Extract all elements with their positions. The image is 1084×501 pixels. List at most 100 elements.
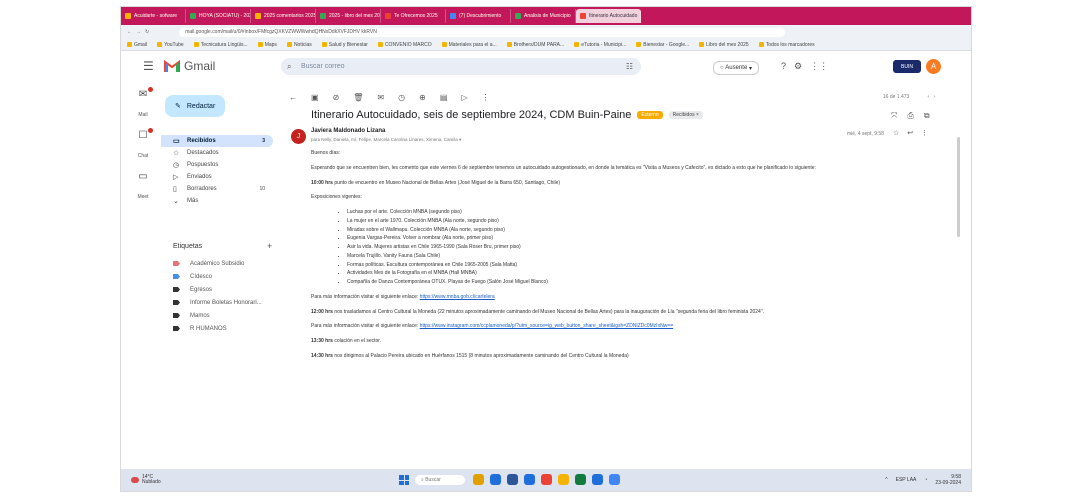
taskbar-app-icon[interactable]	[524, 474, 535, 485]
star-icon[interactable]: ☆	[893, 129, 899, 137]
report-icon[interactable]: ⊘	[333, 93, 340, 102]
taskbar-search[interactable]: ⌕ Buscar	[415, 475, 465, 485]
archive-icon[interactable]: ▣	[311, 93, 319, 102]
search-icon[interactable]: ⌕	[287, 62, 291, 72]
back-arrow-icon[interactable]: ←	[289, 93, 297, 102]
clock[interactable]: 9:58 23-09-2024	[935, 474, 961, 486]
scrollbar[interactable]	[957, 137, 960, 237]
windows-start-icon[interactable]	[399, 475, 409, 485]
print-icon[interactable]: ⎙	[907, 111, 913, 121]
exhibit-item: Miradas sobre el Wallmapu. Colección MNB…	[347, 227, 946, 234]
label-icon[interactable]: ▷	[461, 93, 467, 102]
tab-favicon-icon	[255, 13, 261, 19]
avatar[interactable]: A	[926, 59, 941, 74]
folder-item[interactable]: ⌄ Más	[161, 195, 273, 207]
reload-icon[interactable]: ↻	[145, 29, 149, 35]
bookmark-item[interactable]: eTutoria - Municipi...	[574, 42, 626, 48]
recipients[interactable]: para Nelly, Daniela, mí, Felipe, Marcela…	[311, 137, 461, 143]
tab-favicon-icon	[580, 13, 586, 19]
bookmark-item[interactable]: CONVENIO MARCO	[378, 42, 432, 48]
browser-tab[interactable]: Acuidarte - sofware	[121, 9, 186, 23]
folder-item[interactable]: ☆ Destacados	[161, 147, 273, 159]
label-item[interactable]: R HUMANOS	[161, 322, 273, 335]
more-icon[interactable]: ⋮	[482, 93, 490, 102]
bookmark-item[interactable]: Noticias	[287, 42, 312, 48]
rail-mail[interactable]: ✉ Mail	[131, 87, 155, 118]
label-item[interactable]: Egresos	[161, 283, 273, 296]
bookmark-item[interactable]: Materiales para el a...	[442, 42, 497, 48]
browser-tab[interactable]: Itinerario Autocuidado	[576, 9, 641, 23]
browser-tab[interactable]: Te Ofrecemos 2025	[381, 9, 446, 23]
badge-inbox[interactable]: Recibidos ×	[668, 111, 703, 119]
rail-chat[interactable]: ☐ Chat	[131, 128, 155, 159]
taskbar-app-icon[interactable]	[575, 474, 586, 485]
compose-button[interactable]: ✎ Redactar	[165, 95, 225, 117]
snooze-icon[interactable]: ◷	[398, 93, 405, 102]
new-window-icon[interactable]: ⧉	[924, 111, 930, 121]
itinerary-4: 14:30 hrs nos dirigimos al Palacio Perei…	[311, 353, 946, 360]
gmail-logo[interactable]: Gmail	[164, 59, 215, 73]
folder-item[interactable]: ▷ Enviados	[161, 171, 273, 183]
taskbar-app-icon[interactable]	[473, 474, 484, 485]
browser-tab[interactable]: 2025 - libro del mes 202	[316, 9, 381, 23]
wifi-icon[interactable]: ◔	[924, 477, 927, 483]
bookmark-item[interactable]: Libro del mes 2025	[699, 42, 749, 48]
label-item[interactable]: Académico Subsidio	[161, 257, 273, 270]
mark-unread-icon[interactable]: ✉	[377, 93, 384, 102]
label-item[interactable]: Mamos	[161, 309, 273, 322]
status-dropdown[interactable]: ○ Ausente ▾	[713, 61, 760, 75]
label-item[interactable]: Informe Boletas Honorari...	[161, 296, 273, 309]
bookmark-item[interactable]: Maps	[258, 42, 277, 48]
weather-widget[interactable]: 14°C Nublado	[131, 474, 161, 486]
add-task-icon[interactable]: ⊕	[419, 93, 426, 102]
rail-meet[interactable]: ▭ Meet	[131, 171, 155, 200]
reply-icon[interactable]: ↩	[907, 129, 913, 137]
bookmark-item[interactable]: Salud y Bienestar	[322, 42, 368, 48]
folder-item[interactable]: ▭ Recibidos 3	[161, 135, 273, 147]
folder-item[interactable]: ▯ Borradores 10	[161, 183, 273, 195]
browser-tab[interactable]: 2025 comentarios 2025	[251, 9, 316, 23]
taskbar-app-icon[interactable]	[558, 474, 569, 485]
bookmark-item[interactable]: Tecnicatura Lingüis...	[194, 42, 248, 48]
account-logo[interactable]: BUIN	[893, 60, 921, 73]
taskbar-app-icon[interactable]	[541, 474, 552, 485]
bookmark-item[interactable]: YouTube	[157, 42, 184, 48]
menu-icon[interactable]: ☰	[143, 59, 154, 73]
more-vert-icon[interactable]: ⋮	[921, 129, 928, 137]
add-label-icon[interactable]: +	[267, 241, 272, 251]
email-date: mié, 4 sept, 9:58	[847, 131, 884, 137]
instagram-link[interactable]: https://www.instagram.com/ccplamoneda/p/…	[420, 323, 673, 329]
app-name: Gmail	[184, 59, 216, 73]
label-tag-icon	[173, 326, 180, 331]
help-icon[interactable]: ?	[781, 61, 786, 72]
move-icon[interactable]: ▤	[440, 93, 448, 102]
chevron-down-icon: ⌄	[173, 198, 179, 205]
delete-icon[interactable]: 🗑	[353, 93, 363, 102]
bookmark-item[interactable]: Gmail	[127, 42, 147, 48]
forward-icon[interactable]: →	[136, 29, 141, 35]
taskbar-app-icon[interactable]	[490, 474, 501, 485]
filter-icon[interactable]: ☷	[626, 62, 633, 71]
back-icon[interactable]: ←	[127, 29, 132, 35]
bookmark-item[interactable]: Bienestar - Google...	[636, 42, 689, 48]
taskbar-app-icon[interactable]	[592, 474, 603, 485]
collapse-icon[interactable]: ⤧	[891, 111, 897, 121]
taskbar-app-icon[interactable]	[609, 474, 620, 485]
browser-tab[interactable]: HOYA (SOCIATU) - 202	[186, 9, 251, 23]
browser-tab[interactable]: (7) Descubrimiento	[446, 9, 511, 23]
settings-icon[interactable]: ⚙	[794, 61, 802, 72]
taskbar-app-icon[interactable]	[507, 474, 518, 485]
bookmark-item[interactable]: Todos los marcadores	[759, 42, 815, 48]
browser-tab[interactable]: Analisis de Municipio	[511, 9, 576, 23]
time-label: 10:00 hrs	[311, 179, 333, 186]
folder-item[interactable]: ◷ Pospuestos	[161, 159, 273, 171]
tab-label: 2025 - libro del mes 202	[329, 13, 381, 19]
url-field[interactable]: mail.google.com/mail/u/0/#inbox/FMfcgzQX…	[179, 27, 786, 37]
bookmark-item[interactable]: Brothers/DUM PARA...	[507, 42, 564, 48]
apps-icon[interactable]: ⋮⋮	[810, 61, 828, 72]
lang-indicator[interactable]: ESP LAA	[896, 477, 917, 483]
label-item[interactable]: Cídesco	[161, 270, 273, 283]
search-input[interactable]: ⌕ Buscar correo ☷	[281, 58, 641, 75]
mnba-link[interactable]: https://www.mnba.gob.cl/cartelera	[420, 294, 495, 300]
tray-chevron-icon[interactable]: ^	[885, 477, 887, 483]
